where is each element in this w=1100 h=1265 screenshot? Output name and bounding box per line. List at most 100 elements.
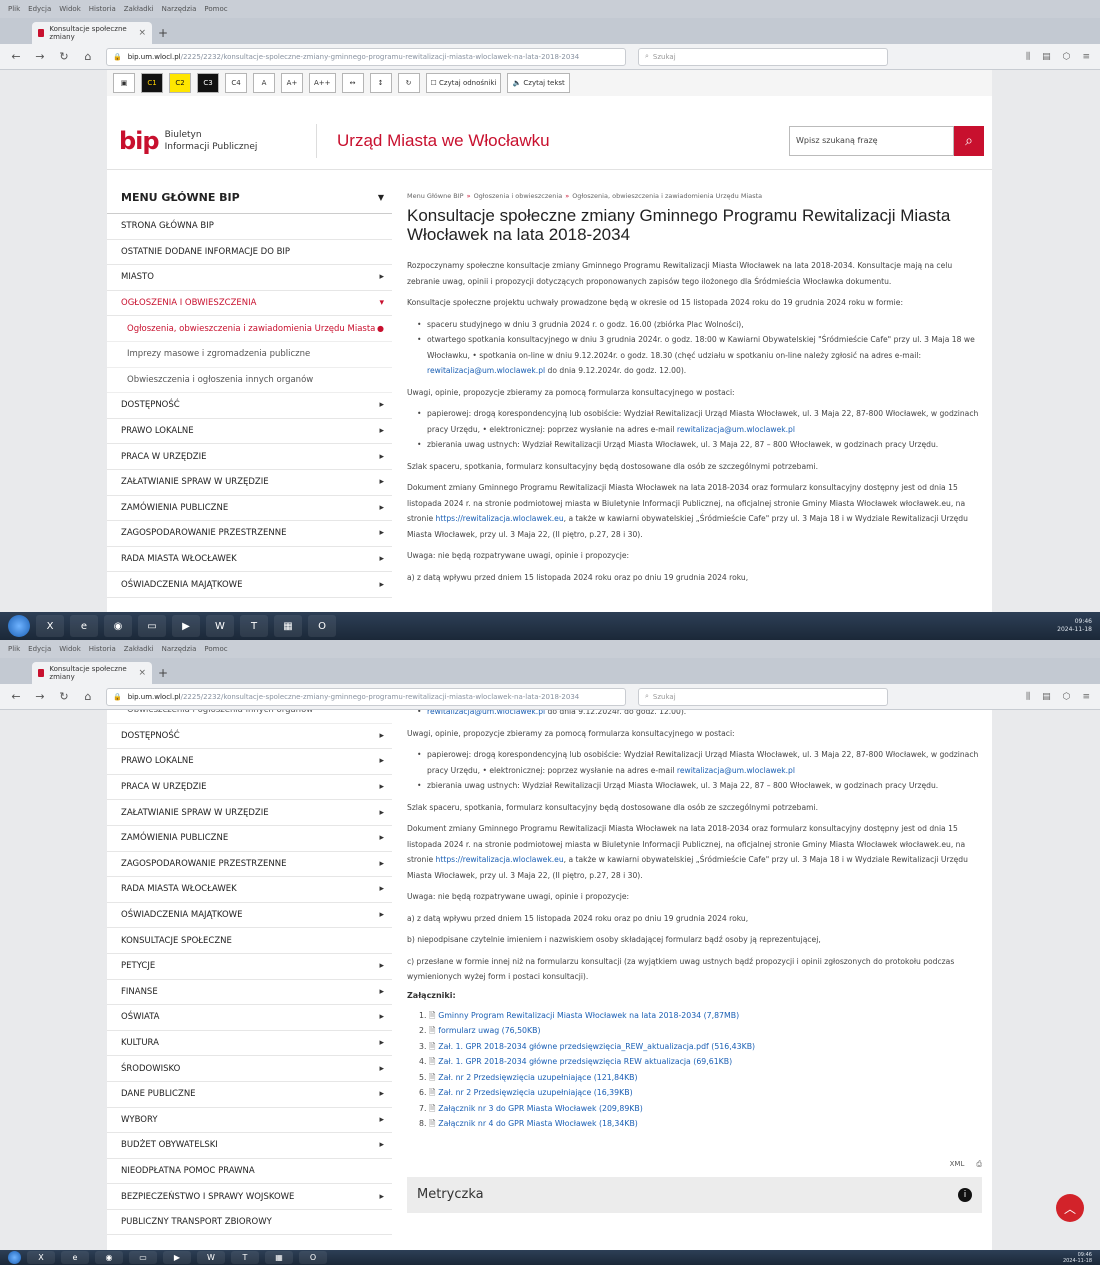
- sidebar-item[interactable]: PRACA W URZĘDZIE ▸: [107, 444, 392, 470]
- attachment-link[interactable]: 4. 🗎 Zał. 1. GPR 2018-2034 główne przedsię…: [407, 1054, 982, 1070]
- sidebar-item[interactable]: BEZPIECZEŃSTWO I SPRAWY WOJSKOWE ▸: [107, 1184, 392, 1210]
- pocket-icon[interactable]: ⬡: [1063, 52, 1071, 62]
- sidebar-item[interactable]: ZAGOSPODAROWANIE PRZESTRZENNE ▸: [107, 852, 392, 878]
- sidebar-item[interactable]: DOSTĘPNOŚĆ ▸: [107, 393, 392, 419]
- sidebar-subitem[interactable]: Imprezy masowe i zgromadzenia publiczne: [107, 342, 392, 368]
- home-icon[interactable]: ⌂: [82, 50, 94, 63]
- sidebar-item[interactable]: STRONA GŁÓWNA BIP: [107, 214, 392, 240]
- contrast-c2-button[interactable]: C2: [169, 73, 191, 93]
- calculator-icon[interactable]: ▦: [265, 1251, 293, 1264]
- sidebar-subitem-active[interactable]: Ogłoszenia, obwieszczenia i zawiadomieni…: [107, 316, 392, 342]
- sidebar-item[interactable]: OSTATNIE DODANE INFORMACJE DO BIP: [107, 240, 392, 266]
- reload-icon[interactable]: ↻: [58, 50, 70, 63]
- attachment-link[interactable]: 5. 🗎 Zał. nr 2 Przedsięwzięcia uzupełniają…: [407, 1070, 982, 1086]
- line-height-icon[interactable]: ↕: [369, 73, 392, 93]
- menu-header[interactable]: MENU GŁÓWNE BIP ▼: [107, 182, 392, 214]
- sidebar-item[interactable]: OŚWIATA ▸: [107, 1005, 392, 1031]
- breadcrumb-item[interactable]: Menu Główne BIP: [407, 192, 464, 200]
- breadcrumb-item[interactable]: Ogłoszenia i obwieszczenia: [474, 192, 563, 200]
- site-title[interactable]: Urząd Miasta we Włocławku: [337, 131, 550, 151]
- sidebar-item[interactable]: PRAWO LOKALNE ▸: [107, 749, 392, 775]
- word-icon[interactable]: W: [206, 615, 234, 637]
- email-link[interactable]: rewitalizacja@um.wloclawek.pl: [427, 710, 545, 716]
- menu-view[interactable]: Widok: [59, 5, 81, 13]
- scroll-top-button[interactable]: ︿: [1056, 1194, 1084, 1222]
- sidebar-item[interactable]: PRAWO LOKALNE ▸: [107, 419, 392, 445]
- sidebar-item[interactable]: ZAMÓWIENIA PUBLICZNE ▸: [107, 496, 392, 522]
- ie-icon[interactable]: e: [61, 1251, 89, 1264]
- sidebar-item[interactable]: ZAGOSPODAROWANIE PRZESTRZENNE ▸: [107, 521, 392, 547]
- media-icon[interactable]: ▶: [172, 615, 200, 637]
- sidebar-item[interactable]: ŚRODOWISKO ▸: [107, 1056, 392, 1082]
- sidebar-item[interactable]: RADA MIASTA WŁOCŁAWEK ▸: [107, 877, 392, 903]
- menu-bookmarks[interactable]: Zakładki: [124, 645, 154, 653]
- menu-bookmarks[interactable]: Zakładki: [124, 5, 154, 13]
- contrast-c3-button[interactable]: C3: [197, 73, 219, 93]
- back-icon[interactable]: ←: [10, 50, 22, 63]
- sidebar-item[interactable]: DOSTĘPNOŚĆ ▸: [107, 724, 392, 750]
- sidebar-item[interactable]: KULTURA ▸: [107, 1031, 392, 1057]
- close-tab-icon[interactable]: ×: [138, 28, 146, 38]
- sidebar-icon[interactable]: ▤: [1042, 692, 1051, 702]
- sidebar-item[interactable]: DANE PUBLICZNE ▸: [107, 1082, 392, 1108]
- firefox-icon[interactable]: ◉: [95, 1251, 123, 1264]
- print-icon[interactable]: ⎙: [976, 1160, 982, 1169]
- sidebar-item[interactable]: PUBLICZNY TRANSPORT ZBIOROWY: [107, 1210, 392, 1236]
- attachment-link[interactable]: 6. 🗎 Zał. nr 2 Przedsięwzięcia uzupełniają…: [407, 1085, 982, 1101]
- attachment-link[interactable]: 1. 🗎 Gminny Program Rewitalizacji Miasta W…: [407, 1008, 982, 1024]
- url-bar[interactable]: 🔒 bip.um.wlocl.pl/2225/2232/konsultacje-…: [106, 687, 626, 706]
- sidebar-item[interactable]: ZAŁATWIANIE SPRAW W URZĘDZIE ▸: [107, 800, 392, 826]
- sidebar-item[interactable]: ZAMÓWIENIA PUBLICZNE ▸: [107, 826, 392, 852]
- browser-search[interactable]: ⌕ Szukaj: [638, 47, 888, 66]
- sidebar-item[interactable]: PETYCJE ▸: [107, 954, 392, 980]
- start-button[interactable]: [8, 1251, 21, 1264]
- library-icon[interactable]: ⫼: [1026, 52, 1030, 62]
- menu-tools[interactable]: Narzędzia: [162, 5, 197, 13]
- new-tab-icon[interactable]: +: [158, 22, 168, 44]
- font-normal-button[interactable]: A: [253, 73, 275, 93]
- sidebar-item-active[interactable]: OGŁOSZENIA I OBWIESZCZENIA ▾: [107, 291, 392, 317]
- reload-icon[interactable]: ↻: [58, 690, 70, 703]
- breadcrumb-item[interactable]: Ogłoszenia, obwieszczenia i zawiadomieni…: [572, 192, 762, 200]
- sidebar-item[interactable]: BUDŻET OBYWATELSKI ▸: [107, 1133, 392, 1159]
- site-search-input[interactable]: Wpisz szukaną frazę: [789, 125, 954, 156]
- firefox-icon[interactable]: ◉: [104, 615, 132, 637]
- menu-help[interactable]: Pomoc: [204, 5, 227, 13]
- sidebar-item[interactable]: OŚWIADCZENIA MAJĄTKOWE ▸: [107, 903, 392, 929]
- outlook-icon[interactable]: O: [308, 615, 336, 637]
- email-link[interactable]: rewitalizacja@um.wloclawek.pl: [427, 366, 545, 375]
- menu-edit[interactable]: Edycja: [28, 5, 51, 13]
- sidebar-item[interactable]: NIEODPŁATNA POMOC PRAWNA: [107, 1159, 392, 1185]
- sidebar-item[interactable]: PRACA W URZĘDZIE ▸: [107, 775, 392, 801]
- menu-history[interactable]: Historia: [89, 5, 116, 13]
- email-link[interactable]: rewitalizacja@um.wloclawek.pl: [677, 766, 795, 775]
- sidebar-item[interactable]: FINANSE ▸: [107, 980, 392, 1006]
- font-larger-button[interactable]: A+: [281, 73, 303, 93]
- menu-file[interactable]: Plik: [8, 5, 20, 13]
- media-icon[interactable]: ▶: [163, 1251, 191, 1264]
- outlook-icon[interactable]: O: [299, 1251, 327, 1264]
- explorer-icon[interactable]: ▭: [138, 615, 166, 637]
- sidebar-item[interactable]: OŚWIADCZENIA MAJĄTKOWE ▸: [107, 572, 392, 598]
- new-tab-icon[interactable]: +: [158, 662, 168, 684]
- word-icon[interactable]: W: [197, 1251, 225, 1264]
- excel-icon[interactable]: X: [36, 615, 64, 637]
- reset-icon[interactable]: ↻: [397, 73, 420, 93]
- sidebar-icon[interactable]: ▤: [1042, 52, 1051, 62]
- browser-tab[interactable]: Konsultacje społeczne zmiany ×: [32, 662, 152, 684]
- menu-view[interactable]: Widok: [59, 645, 81, 653]
- sidebar-item[interactable]: ZAŁATWIANIE SPRAW W URZĘDZIE ▸: [107, 470, 392, 496]
- browser-tab[interactable]: Konsultacje społeczne zmiany ×: [32, 22, 152, 44]
- teams-icon[interactable]: T: [240, 615, 268, 637]
- sidebar-subitem[interactable]: Obwieszczenia i ogłoszenia innych organó…: [107, 368, 392, 394]
- excel-icon[interactable]: X: [27, 1251, 55, 1264]
- explorer-icon[interactable]: ▭: [129, 1251, 157, 1264]
- calculator-icon[interactable]: ▦: [274, 615, 302, 637]
- sidebar-item[interactable]: KONSULTACJE SPOŁECZNE: [107, 928, 392, 954]
- hamburger-icon[interactable]: ≡: [1082, 692, 1090, 702]
- attachment-link[interactable]: 3. 🗎 Zał. 1. GPR 2018-2034 główne przedsię…: [407, 1039, 982, 1055]
- contrast-default-button[interactable]: ▣: [113, 73, 135, 93]
- letter-spacing-icon[interactable]: ↔: [341, 73, 364, 93]
- contrast-c1-button[interactable]: C1: [141, 73, 163, 93]
- font-largest-button[interactable]: A++: [309, 73, 336, 93]
